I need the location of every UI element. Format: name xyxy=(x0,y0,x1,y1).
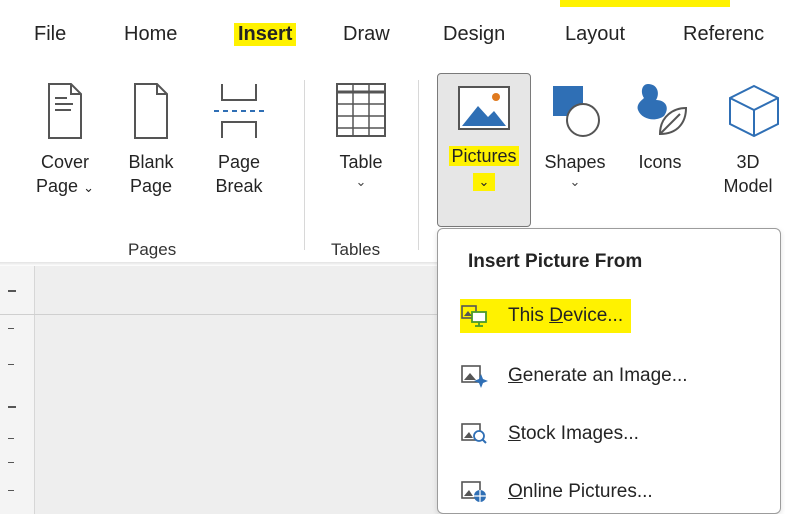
ruler-tick xyxy=(8,328,14,329)
ruler-tick xyxy=(8,290,16,292)
table-label: Table xyxy=(339,152,383,172)
page-break-label-2: Break xyxy=(215,176,263,196)
ruler-tick xyxy=(8,364,14,365)
icons-label: Icons xyxy=(638,152,682,172)
chevron-down-icon: ⌄ xyxy=(569,174,581,189)
cover-page-button[interactable]: Cover Page ⌄ xyxy=(30,82,100,200)
menu-item-generate-image[interactable]: Generate an Image... xyxy=(460,359,688,393)
cover-page-label-2: Page xyxy=(36,176,79,196)
group-label-pages: Pages xyxy=(128,240,177,259)
tab-draw[interactable]: Draw xyxy=(343,23,390,46)
menu-item-label: Stock Images... xyxy=(508,423,639,444)
shapes-icon xyxy=(553,86,600,137)
tab-insert[interactable]: Insert xyxy=(234,23,297,46)
3d-models-label-1: 3D xyxy=(736,152,760,172)
ribbon-tabs: File Home Insert Draw Design Layout Refe… xyxy=(0,14,785,71)
shapes-button[interactable]: Shapes ⌄ xyxy=(536,82,614,190)
ruler-tick xyxy=(8,438,14,439)
cube-icon xyxy=(729,84,779,138)
table-icon xyxy=(336,83,386,137)
menu-item-stock-images[interactable]: Stock Images... xyxy=(460,417,639,451)
vertical-ruler xyxy=(0,266,35,514)
insert-picture-menu: Insert Picture From This Device... Gener… xyxy=(437,228,781,514)
pictures-icon xyxy=(458,86,510,130)
caption-highlight xyxy=(560,0,730,7)
tab-home[interactable]: Home xyxy=(124,23,177,46)
document-canvas[interactable] xyxy=(0,266,440,514)
tab-layout[interactable]: Layout xyxy=(565,23,625,46)
chevron-down-icon: ⌄ xyxy=(473,173,495,191)
stock-images-icon xyxy=(461,423,487,444)
device-icon xyxy=(461,305,487,327)
icons-icon xyxy=(637,84,688,136)
page-break-label-1: Page xyxy=(217,152,261,172)
caption-strip xyxy=(0,0,785,12)
group-separator xyxy=(304,80,305,250)
menu-item-label: This Device... xyxy=(508,305,624,326)
table-button[interactable]: Table ⌄ xyxy=(326,82,396,190)
pictures-button[interactable]: Pictures ⌄ xyxy=(437,84,531,192)
3d-models-label-2: Model xyxy=(723,176,773,196)
blank-page-icon xyxy=(134,83,168,139)
online-pictures-icon xyxy=(461,481,486,502)
menu-item-online-pictures[interactable]: Online Pictures... xyxy=(460,475,653,509)
group-label-tables: Tables xyxy=(331,240,381,259)
chevron-down-icon: ⌄ xyxy=(355,174,367,189)
tab-references[interactable]: Referenc xyxy=(683,23,764,46)
menu-item-label: Generate an Image... xyxy=(508,365,688,386)
3d-models-button[interactable]: 3D Model xyxy=(712,82,784,198)
menu-item-this-device[interactable]: This Device... xyxy=(460,299,632,333)
generate-image-icon xyxy=(461,365,488,388)
blank-page-label-1: Blank xyxy=(128,152,174,172)
menu-header: Insert Picture From xyxy=(468,251,643,272)
cover-page-label-1: Cover xyxy=(40,152,89,172)
ruler-tick xyxy=(8,490,14,491)
ruler-tick xyxy=(8,462,14,463)
tab-design[interactable]: Design xyxy=(443,23,505,46)
horizontal-divider xyxy=(0,314,440,315)
page-break-button[interactable]: Page Break xyxy=(208,82,270,198)
icons-button[interactable]: Icons xyxy=(626,82,694,174)
chevron-down-icon: ⌄ xyxy=(83,180,94,195)
group-separator xyxy=(418,80,419,250)
menu-item-label: Online Pictures... xyxy=(508,481,653,502)
cover-page-icon xyxy=(48,83,82,139)
shapes-label: Shapes xyxy=(544,152,606,172)
blank-page-label-2: Page xyxy=(129,176,173,196)
tab-file[interactable]: File xyxy=(34,23,66,46)
blank-page-button[interactable]: Blank Page xyxy=(120,82,182,198)
ruler-tick xyxy=(8,406,16,408)
pictures-label: Pictures xyxy=(449,146,519,166)
page-break-icon xyxy=(214,84,264,138)
